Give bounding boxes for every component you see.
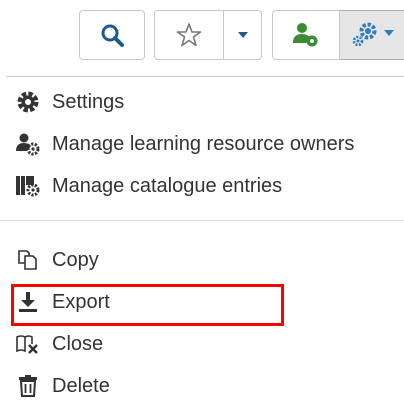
menu-top-border [6,76,404,77]
user-settings-icon [293,23,318,47]
close-book-icon [14,330,42,358]
caret-down-icon [237,32,248,38]
search-icon [101,24,124,47]
menu-item-label: Copy [52,248,99,271]
user-gear-icon [14,130,42,158]
menu-item-copy[interactable]: Copy [14,244,99,276]
bookmark-dropdown-button[interactable] [224,10,262,60]
menu-item-manage-owners[interactable]: Manage learning resource owners [14,128,354,160]
tools-dropdown-button[interactable] [340,10,404,60]
owners-button[interactable] [272,10,340,60]
menu-divider [0,220,404,221]
star-icon [176,23,202,47]
menu-item-label: Close [52,332,104,355]
trash-icon [14,372,42,400]
search-button[interactable] [79,10,145,60]
toolbar [0,0,404,78]
menu-item-settings[interactable]: Settings [14,86,124,118]
menu-item-manage-catalogue[interactable]: Manage catalogue entries [14,170,282,202]
gear-icon [14,88,42,116]
bookmark-button[interactable] [154,10,224,60]
menu-item-close[interactable]: Close [14,328,103,360]
menu-item-label: Manage learning resource owners [52,132,355,155]
gears-icon [352,22,394,47]
menu-item-delete[interactable]: Delete [14,370,110,402]
menu-item-label: Manage catalogue entries [52,174,283,197]
menu-item-label: Settings [52,90,125,113]
copy-icon [14,246,42,274]
delete-highlight-box [11,284,284,326]
menu-item-label: Delete [52,374,110,397]
catalogue-icon [14,172,42,200]
